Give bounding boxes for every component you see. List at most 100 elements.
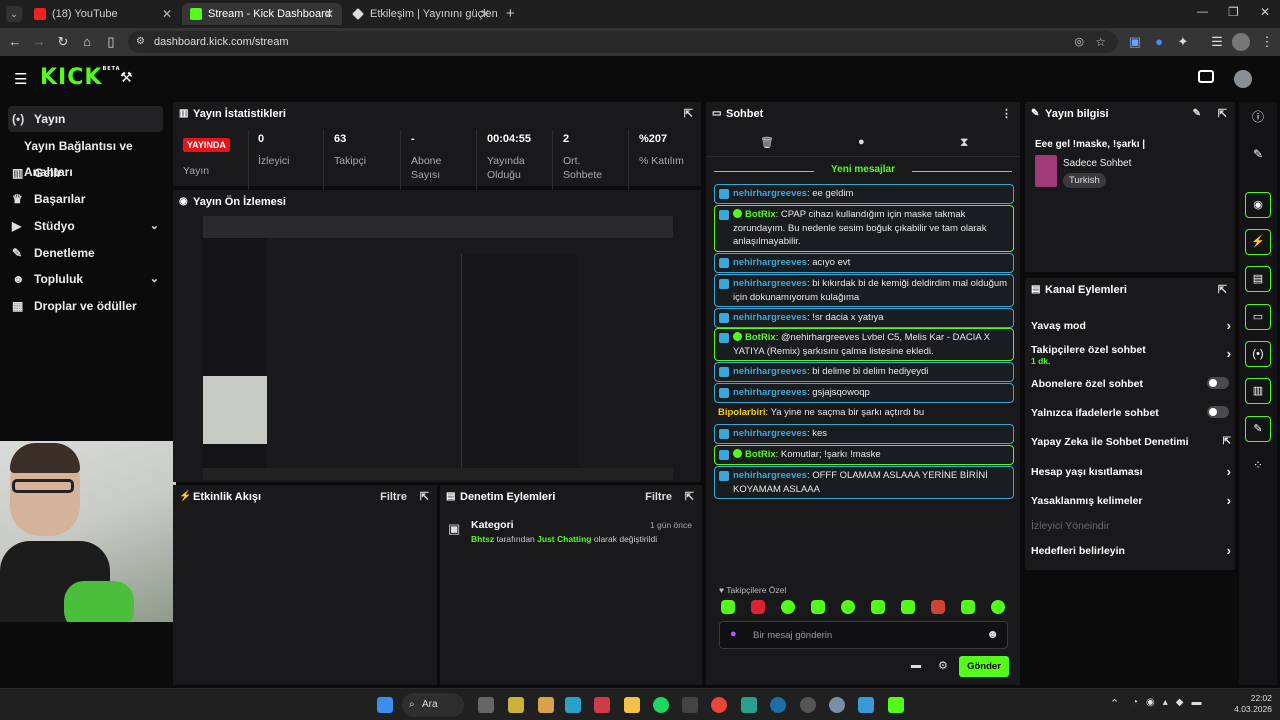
emote-3[interactable] bbox=[781, 600, 795, 614]
action-set-goals[interactable]: Hedefleri belirleyin › bbox=[1031, 543, 1231, 558]
chat-username[interactable]: BotRix bbox=[745, 209, 776, 220]
chat-message[interactable]: nehirhargreeves: gsjajsqowoqp bbox=[714, 383, 1014, 403]
chat-username[interactable]: nehirhargreeves bbox=[733, 188, 807, 199]
close-icon[interactable]: ✕ bbox=[162, 3, 172, 25]
reading-list-icon[interactable]: ☰ bbox=[1208, 33, 1226, 51]
windows-start-icon[interactable] bbox=[377, 697, 393, 713]
entry-user[interactable]: Bhtsz bbox=[471, 534, 494, 544]
filter-button[interactable]: Filtre bbox=[645, 485, 672, 509]
sidebar-icon[interactable]: ▯ bbox=[102, 33, 120, 51]
chat-message[interactable]: BotRix: Komutlar; !şarkı !maske bbox=[714, 445, 1014, 465]
entry-category[interactable]: Just Chatting bbox=[537, 534, 591, 544]
popout-icon[interactable]: ⇱ bbox=[1218, 278, 1227, 302]
chat-message[interactable]: Bipolarbiri: Ya yine ne saçma bir şarkı … bbox=[714, 404, 1014, 422]
maximize-button[interactable]: ❐ bbox=[1228, 5, 1239, 19]
app-icon-4[interactable] bbox=[594, 697, 610, 713]
clock[interactable]: 22:02 4.03.2026 bbox=[1232, 693, 1272, 715]
microphone-icon[interactable]: ● bbox=[730, 628, 737, 640]
emote-9[interactable] bbox=[961, 600, 975, 614]
action-banned-words[interactable]: Yasaklanmış kelimeler › bbox=[1031, 493, 1231, 508]
bookmark-star-icon[interactable]: ☆ bbox=[1095, 31, 1106, 53]
task-view-icon[interactable] bbox=[478, 697, 494, 713]
toggle-switch[interactable] bbox=[1207, 406, 1229, 418]
close-icon[interactable]: ✕ bbox=[324, 3, 334, 25]
action-account-age[interactable]: Hesap yaşı kısıtlaması › bbox=[1031, 464, 1231, 479]
emote-1[interactable] bbox=[721, 600, 735, 614]
rail-broadcast-button[interactable]: (•) bbox=[1245, 341, 1271, 367]
tab-search-button[interactable]: ⌄ bbox=[6, 6, 22, 22]
spotify-icon[interactable] bbox=[653, 697, 669, 713]
trash-icon[interactable]: 🗑 bbox=[760, 136, 774, 149]
tab-engagement[interactable]: Etkileşim | Yayınını güçlendi ✕ bbox=[344, 3, 498, 25]
chat-username[interactable]: nehirhargreeves bbox=[733, 470, 807, 481]
chat-message[interactable]: nehirhargreeves: kes bbox=[714, 424, 1014, 444]
back-icon[interactable]: ← bbox=[6, 33, 24, 51]
chat-username[interactable]: BotRix bbox=[745, 449, 776, 460]
emote-7[interactable] bbox=[901, 600, 915, 614]
kick-logo[interactable]: KICKBETA bbox=[40, 65, 121, 90]
site-info-icon[interactable]: ⚙ bbox=[136, 31, 145, 53]
action-ai-moderation[interactable]: Yapay Zeka ile Sohbet Denetimi ⇱ bbox=[1031, 436, 1231, 448]
chat-message[interactable]: nehirhargreeves: bi kıkırdak bi de kemiğ… bbox=[714, 274, 1014, 307]
category-name[interactable]: Sadece Sohbet bbox=[1063, 158, 1131, 169]
app-icon-5[interactable] bbox=[741, 697, 757, 713]
tools-icon[interactable]: ⚒ bbox=[120, 69, 133, 86]
chat-username[interactable]: BotRix bbox=[745, 332, 776, 343]
emote-5[interactable] bbox=[841, 600, 855, 614]
chat-message[interactable]: BotRix: @nehirhargreeves Lvbel C5, Melis… bbox=[714, 328, 1014, 361]
sidebar-item-topluluk[interactable]: ☻ Topluluk ⌄ bbox=[8, 266, 163, 292]
extensions-icon[interactable]: ✦ bbox=[1174, 33, 1192, 51]
action-slow-mode[interactable]: Yavaş mod › bbox=[1031, 318, 1231, 333]
hourglass-icon[interactable]: ⧗ bbox=[960, 135, 968, 150]
tray-chevron-icon[interactable]: ⌃ bbox=[1110, 697, 1119, 710]
pencil-icon[interactable]: ✎ bbox=[1245, 141, 1271, 167]
tab-youtube[interactable]: (18) YouTube ✕ bbox=[26, 3, 180, 25]
popout-icon[interactable]: ⇱ bbox=[684, 102, 693, 126]
eye-off-icon[interactable]: ◎ bbox=[1074, 31, 1084, 53]
tray-icons[interactable]: ◔◉▴◆▬ bbox=[1132, 697, 1209, 708]
emote-4[interactable] bbox=[811, 600, 825, 614]
sidebar-item-yayin[interactable]: (•) Yayın bbox=[8, 106, 163, 132]
filter-button[interactable]: Filtre bbox=[380, 485, 407, 509]
stream-monitor-icon[interactable] bbox=[1198, 70, 1214, 83]
action-followers-only[interactable]: Takipçilere özel sohbet 1 dk. › bbox=[1031, 344, 1231, 366]
obs-icon[interactable] bbox=[800, 697, 816, 713]
rail-clipboard-button[interactable]: ▥ bbox=[1245, 378, 1271, 404]
new-messages-banner[interactable]: Yeni mesajlar bbox=[706, 164, 1020, 178]
popout-icon[interactable]: ⇱ bbox=[1218, 102, 1227, 126]
rail-camera-button[interactable]: ◉ bbox=[1245, 192, 1271, 218]
app-icon-2[interactable] bbox=[538, 697, 554, 713]
sidebar-item-stream-key[interactable]: Yayın Bağlantısı ve Anahtarı bbox=[0, 133, 170, 179]
app-icon-1[interactable] bbox=[508, 697, 524, 713]
info-icon[interactable]: ⓘ bbox=[1245, 104, 1271, 130]
sidebar-item-droplar[interactable]: ▦ Droplar ve ödüller bbox=[8, 293, 163, 319]
chat-message[interactable]: nehirhargreeves: acıyo evt bbox=[714, 253, 1014, 273]
close-icon[interactable]: ✕ bbox=[480, 3, 490, 25]
hamburger-icon[interactable]: ☰ bbox=[14, 70, 27, 88]
vpn-icon[interactable]: ● bbox=[1150, 33, 1168, 51]
file-explorer-icon[interactable] bbox=[624, 697, 640, 713]
emoji-icon[interactable]: ☻ bbox=[986, 627, 999, 641]
popout-icon[interactable]: ⇱ bbox=[685, 485, 694, 509]
chat-message[interactable]: nehirhargreeves: !sr dacia x yatıya bbox=[714, 308, 1014, 328]
taskbar-search[interactable]: ⌕ Ara bbox=[402, 693, 464, 717]
chat-username[interactable]: nehirhargreeves bbox=[733, 312, 807, 323]
edit-icon[interactable]: ✎ bbox=[1193, 102, 1201, 126]
rail-document-button[interactable]: ▤ bbox=[1245, 266, 1271, 292]
minimize-button[interactable]: — bbox=[1197, 6, 1208, 18]
rail-apps-icon[interactable]: ⁘ bbox=[1245, 452, 1271, 478]
sidebar-item-denetleme[interactable]: ✎ Denetleme bbox=[8, 240, 163, 266]
emote-2[interactable] bbox=[751, 600, 765, 614]
app-icon-7[interactable] bbox=[888, 697, 904, 713]
chrome-icon[interactable] bbox=[711, 697, 727, 713]
home-icon[interactable]: ⌂ bbox=[78, 33, 96, 51]
sidebar-item-gelir[interactable]: ▥ Gelir bbox=[8, 160, 163, 186]
rail-lightning-button[interactable]: ⚡ bbox=[1245, 229, 1271, 255]
chat-message[interactable]: nehirhargreeves: ee geldim bbox=[714, 184, 1014, 204]
app-icon-3[interactable] bbox=[565, 697, 581, 713]
rail-chat-button[interactable]: ▭ bbox=[1245, 304, 1271, 330]
emote-10[interactable] bbox=[991, 600, 1005, 614]
send-button[interactable]: Gönder bbox=[959, 656, 1009, 677]
tab-kick-dashboard[interactable]: Stream - Kick Dashboard ✕ bbox=[182, 3, 342, 25]
close-window-button[interactable]: ✕ bbox=[1260, 5, 1270, 19]
